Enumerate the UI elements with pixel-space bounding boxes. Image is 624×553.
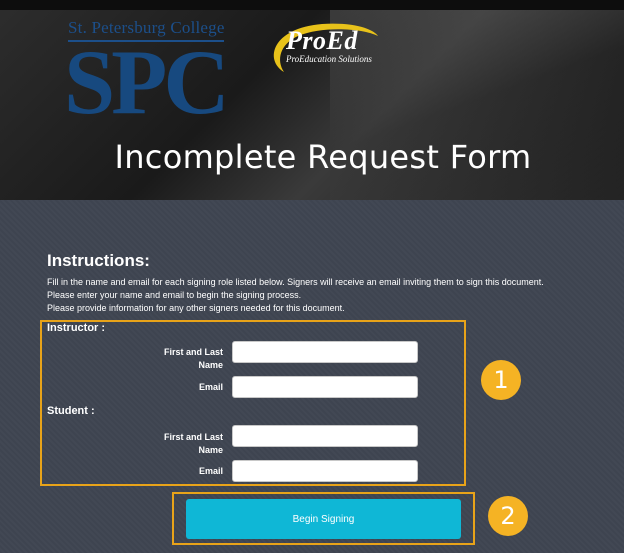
callout-badge-1: 1 <box>481 360 521 400</box>
field-label-line: First and Last <box>163 347 223 357</box>
header-top-bar <box>0 0 624 10</box>
instructor-email-input[interactable] <box>232 376 418 398</box>
partner-logo: ProEd ProEducation Solutions <box>262 20 392 74</box>
callout-badge-2: 2 <box>488 496 528 536</box>
role-label-student: Student : <box>47 405 95 417</box>
student-name-input[interactable] <box>232 425 418 447</box>
field-label-line: Name <box>198 445 223 455</box>
role-label-instructor: Instructor : <box>47 322 106 334</box>
instructions-line: Please enter your name and email to begi… <box>47 290 302 300</box>
instructions-line: Please provide information for any other… <box>47 303 345 313</box>
student-name-label: First and Last Name <box>133 431 223 457</box>
page-header: St. Petersburg College SPC ProEd ProEduc… <box>0 0 624 200</box>
field-label-line: Name <box>198 360 223 370</box>
college-logo: SPC <box>64 31 230 133</box>
instructor-name-label: First and Last Name <box>133 346 223 372</box>
instructor-email-label: Email <box>198 382 223 392</box>
instructions-heading: Instructions: <box>47 251 150 270</box>
page-title: Incomplete Request Form <box>114 138 532 176</box>
field-label-line: First and Last <box>163 432 223 442</box>
student-email-label: Email <box>198 466 223 476</box>
instructor-name-input[interactable] <box>232 341 418 363</box>
student-email-input[interactable] <box>232 460 418 482</box>
begin-signing-button[interactable]: Begin Signing <box>186 499 461 539</box>
instructions-line: Fill in the name and email for each sign… <box>47 277 544 287</box>
partner-logo-title: ProEd <box>286 26 358 55</box>
partner-logo-subtitle: ProEducation Solutions <box>286 54 372 64</box>
